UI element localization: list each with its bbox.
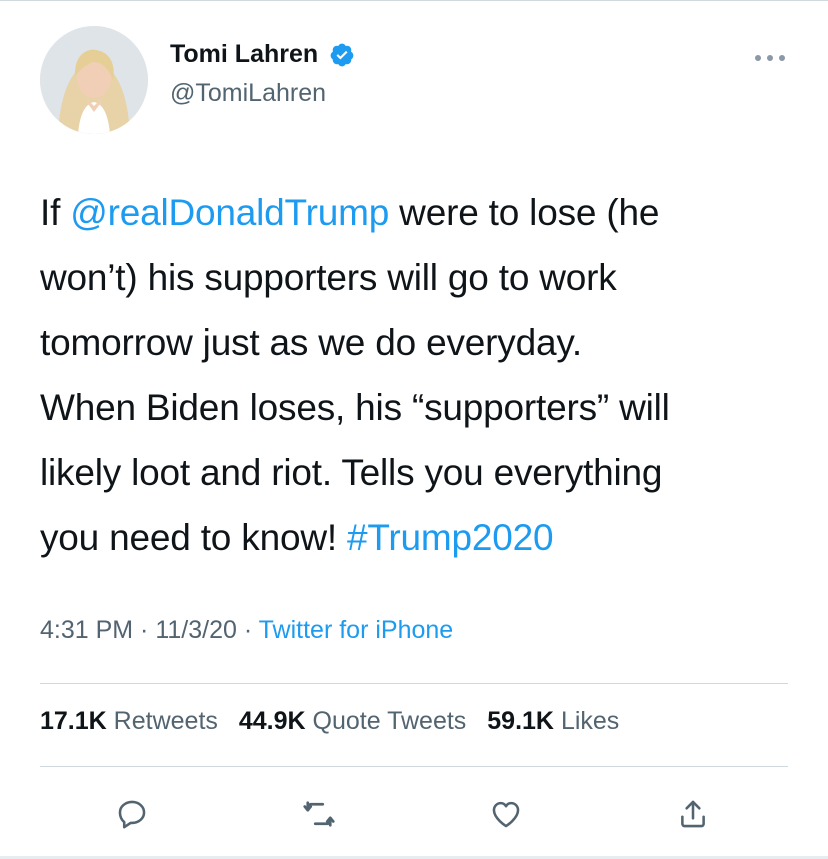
quotes-label: Quote Tweets (312, 707, 467, 735)
tweet-time[interactable]: 4:31 PM (40, 616, 133, 644)
tweet-text-segment: If (40, 192, 71, 233)
tweet-stats: 17.1K Retweets 44.9K Quote Tweets 59.1K … (40, 707, 633, 736)
display-name[interactable]: Tomi Lahren (170, 40, 318, 69)
handle[interactable]: @TomiLahren (170, 79, 355, 108)
tweet-meta: 4:31 PM · 11/3/20 · Twitter for iPhone (40, 616, 453, 645)
tweet-text-segment: you need to know! (40, 517, 347, 558)
tweet-header: Tomi Lahren @TomiLahren (40, 26, 790, 136)
retweets-stat[interactable]: 17.1K Retweets (40, 707, 218, 735)
tweet-text: If @realDonaldTrump were to lose (he won’… (40, 180, 800, 570)
tweet-line: you need to know! #Trump2020 (40, 505, 800, 570)
top-border (0, 0, 828, 1)
retweets-label: Retweets (113, 707, 218, 735)
quotes-count: 44.9K (238, 707, 306, 735)
tweet-text-segment: were to lose (he (389, 192, 660, 233)
mention-link[interactable]: @realDonaldTrump (70, 192, 389, 233)
retweets-count: 17.1K (40, 707, 107, 735)
divider (40, 683, 788, 684)
avatar[interactable] (40, 26, 148, 134)
likes-count: 59.1K (487, 707, 554, 735)
tweet-source-link[interactable]: Twitter for iPhone (259, 616, 454, 644)
like-button[interactable] (482, 792, 530, 840)
retweet-icon (301, 796, 337, 837)
tweet-line: won’t) his supporters will go to work (40, 257, 617, 298)
hashtag-link[interactable]: #Trump2020 (347, 517, 554, 558)
tweet-line: likely loot and riot. Tells you everythi… (40, 452, 663, 493)
divider (40, 766, 788, 767)
meta-separator: · (133, 616, 156, 644)
action-bar (0, 792, 828, 840)
quote-tweets-stat[interactable]: 44.9K Quote Tweets (239, 707, 466, 735)
likes-stat[interactable]: 59.1K Likes (487, 707, 619, 735)
more-options-icon[interactable] (752, 50, 788, 66)
retweet-button[interactable] (295, 792, 343, 840)
meta-separator: · (236, 616, 259, 644)
tweet-line: If @realDonaldTrump were to lose (he (40, 180, 800, 245)
reply-button[interactable] (108, 792, 156, 840)
verified-badge-icon (329, 42, 355, 68)
reply-icon (115, 797, 149, 836)
share-icon (676, 797, 710, 836)
tweet-date[interactable]: 11/3/20 (155, 616, 237, 644)
tweet-line: When Biden loses, his “supporters” will (40, 387, 670, 428)
likes-label: Likes (560, 707, 620, 735)
author-names: Tomi Lahren @TomiLahren (170, 40, 355, 108)
like-icon (489, 797, 523, 836)
tweet-line: tomorrow just as we do everyday. (40, 322, 582, 363)
share-button[interactable] (669, 792, 717, 840)
